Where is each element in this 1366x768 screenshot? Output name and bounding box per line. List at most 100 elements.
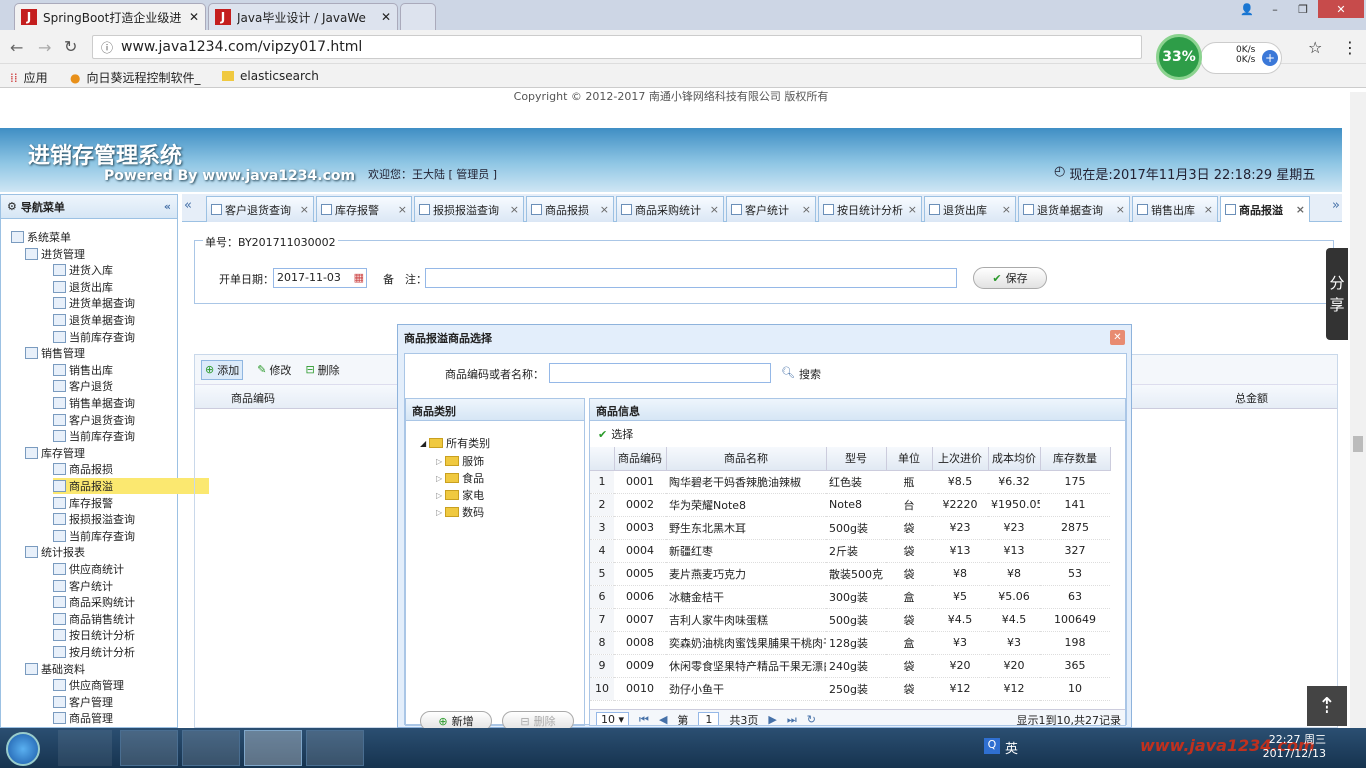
minimize-icon[interactable]: – <box>1262 0 1288 18</box>
table-row[interactable]: 1 0001 陶华碧老干妈香辣脆油辣椒 红色装瓶 ¥8.5 ¥6.32 175 <box>590 470 1110 494</box>
first-page-icon[interactable]: ⏮︎ <box>639 713 649 726</box>
speed-gauge[interactable]: 33% <box>1156 34 1202 80</box>
sidebar-item[interactable]: 商品采购统计 <box>53 594 135 610</box>
sidebar-item[interactable]: 当前库存查询 <box>53 428 135 444</box>
dialog-close-icon[interactable]: ✕ <box>1110 330 1125 345</box>
col-header[interactable]: 型号 <box>826 447 887 471</box>
tree-node[interactable]: ▷ 食品 <box>436 470 484 486</box>
edit-button[interactable]: ✎ 修改 <box>257 362 291 378</box>
tree-node[interactable]: ▷ 服饰 <box>436 453 484 469</box>
last-page-icon[interactable]: ⏭︎ <box>787 713 797 726</box>
reload-icon[interactable]: ↻ <box>64 37 77 56</box>
search-button[interactable]: 🔍︎ 搜索 <box>781 366 821 382</box>
forward-icon[interactable]: → <box>38 38 51 57</box>
sidebar-item[interactable]: 供应商统计 <box>53 561 124 577</box>
col-header[interactable]: 上次进价 <box>932 447 989 471</box>
taskbar-idea-icon[interactable] <box>306 730 364 766</box>
tab-close-icon[interactable]: × <box>802 203 811 216</box>
scroll-thumb[interactable] <box>1353 436 1363 452</box>
sidebar-item[interactable]: 销售出库 <box>53 362 113 378</box>
sidebar-item[interactable]: 供应商管理 <box>53 677 124 693</box>
collapse-icon[interactable]: « <box>164 200 171 213</box>
back-to-top-icon[interactable]: ⇡ <box>1307 686 1347 726</box>
ime-language[interactable]: 英 <box>1005 738 1018 757</box>
sidebar-item[interactable]: 按日统计分析 <box>53 627 135 643</box>
new-tab-button[interactable] <box>400 3 436 30</box>
tab-close-icon[interactable]: × <box>1296 203 1305 216</box>
tab-item[interactable]: 报损报溢查询 × <box>414 196 524 222</box>
table-row[interactable]: 5 0005 麦片燕麦巧克力 散装500克袋 ¥8 ¥8 53 <box>590 562 1110 586</box>
sidebar-item[interactable]: 报损报溢查询 <box>53 511 135 527</box>
sidebar-item[interactable]: 进货入库 <box>53 262 113 278</box>
tab-item[interactable]: 商品报溢 × <box>1220 196 1310 222</box>
col-header[interactable]: 商品编码 <box>614 447 667 471</box>
clock[interactable]: 22:27 周三 2017/12/13 <box>1262 731 1326 760</box>
save-button[interactable]: ✔ 保存 <box>973 267 1047 289</box>
menu-icon[interactable]: ⋮ <box>1342 38 1358 57</box>
sidebar-item[interactable]: 进货单据查询 <box>53 295 135 311</box>
bookmark-sunlogin[interactable]: ● 向日葵远程控制软件_ <box>70 69 201 86</box>
page-input[interactable]: 1 <box>698 712 720 725</box>
tab-item[interactable]: 客户退货查询 × <box>206 196 314 222</box>
tab-close-icon[interactable]: × <box>710 203 719 216</box>
sidebar-group[interactable]: 统计报表 <box>25 544 85 560</box>
close-icon[interactable]: ✕ <box>381 10 391 24</box>
bookmark-elasticsearch[interactable]: elasticsearch <box>222 69 319 83</box>
table-row[interactable]: 6 0006 冰糖金桔干 300g装盒 ¥5 ¥5.06 63 <box>590 585 1110 609</box>
sidebar-group[interactable]: 库存管理 <box>25 445 85 461</box>
sidebar-item[interactable]: 退货出库 <box>53 279 113 295</box>
sidebar-item[interactable]: 商品报损 <box>53 461 113 477</box>
tab-item[interactable]: 商品采购统计 × <box>616 196 724 222</box>
tab-item[interactable]: 退货出库 × <box>924 196 1016 222</box>
table-row[interactable]: 8 0008 奕森奶油桃肉蜜饯果脯果干桃肉干 128g装盒 ¥3 ¥3 198 <box>590 631 1110 655</box>
sidebar-item[interactable]: 销售单据查询 <box>53 395 135 411</box>
select-button[interactable]: ✔ 选择 <box>590 421 1125 447</box>
tab-close-icon[interactable]: × <box>908 203 917 216</box>
sidebar-item[interactable]: 商品销售统计 <box>53 611 135 627</box>
calendar-icon[interactable]: ▦ <box>354 271 364 284</box>
table-row[interactable]: 2 0002 华为荣耀Note8 Note8 台 ¥2220 ¥1950.05 141 <box>590 493 1110 517</box>
tab-item[interactable]: 按日统计分析 × <box>818 196 922 222</box>
date-field[interactable]: 2017-11-03 ▦ <box>273 268 367 288</box>
taskbar-app-icon[interactable] <box>58 730 112 766</box>
col-header[interactable]: 商品名称 <box>666 447 827 471</box>
tab-item[interactable]: 商品报损 × <box>526 196 614 222</box>
sidebar-item[interactable]: 退货单据查询 <box>53 312 135 328</box>
tree-node[interactable]: ▷ 数码 <box>436 504 484 520</box>
tab-close-icon[interactable]: × <box>398 203 407 216</box>
table-row[interactable]: 10 0010 劲仔小鱼干 250g装袋 ¥12 ¥12 10 <box>590 677 1110 701</box>
sidebar-item[interactable]: 库存报警 <box>53 495 113 511</box>
sidebar-item[interactable]: 当前库存查询 <box>53 528 135 544</box>
col-header[interactable]: 单位 <box>886 447 933 471</box>
browser-tab[interactable]: J SpringBoot打造企业级进 ✕ <box>14 3 206 30</box>
page-size-select[interactable]: 10 ▾ <box>596 712 630 725</box>
sidebar-item[interactable]: 客户管理 <box>53 694 113 710</box>
tab-item[interactable]: 客户统计 × <box>726 196 816 222</box>
taskbar-chrome-icon[interactable] <box>244 730 302 766</box>
tab-close-icon[interactable]: × <box>1204 203 1213 216</box>
sidebar-item[interactable]: 客户退货 <box>53 378 113 394</box>
url-input[interactable]: ⓘ www.java1234.com/vipzy017.html <box>92 35 1142 59</box>
star-icon[interactable]: ☆ <box>1308 38 1322 57</box>
table-row[interactable]: 4 0004 新疆红枣 2斤装袋 ¥13 ¥13 327 <box>590 539 1110 563</box>
tab-item[interactable]: 销售出库 × <box>1132 196 1218 222</box>
delete-button[interactable]: ⊟ 删除 <box>305 362 339 378</box>
tabs-scroll-right-icon[interactable]: » <box>1332 198 1340 213</box>
tabs-scroll-left-icon[interactable]: « <box>184 198 192 213</box>
share-button[interactable]: 分享 <box>1326 248 1348 340</box>
taskbar-word-icon[interactable] <box>182 730 240 766</box>
refresh-icon[interactable]: ↻ <box>807 713 816 725</box>
sidebar-group[interactable]: 销售管理 <box>25 345 85 361</box>
table-row[interactable]: 9 0009 休闲零食坚果特产精品干果无漂白 240g装袋 ¥20 ¥20 365 <box>590 654 1110 678</box>
sidebar-item[interactable]: 客户退货查询 <box>53 412 135 428</box>
tree-root[interactable]: ◢ 所有类别 <box>420 435 490 451</box>
col-header[interactable]: 库存数量 <box>1040 447 1111 471</box>
close-window-icon[interactable]: ✕ <box>1318 0 1364 18</box>
next-page-icon[interactable]: ▶ <box>768 713 776 725</box>
table-row[interactable]: 3 0003 野生东北黑木耳 500g装袋 ¥23 ¥23 2875 <box>590 516 1110 540</box>
sidebar-group[interactable]: 进货管理 <box>25 246 85 262</box>
close-icon[interactable]: ✕ <box>189 10 199 24</box>
table-row[interactable]: 7 0007 吉利人家牛肉味蛋糕 500g装袋 ¥4.5 ¥4.5 100649 <box>590 608 1110 632</box>
plus-icon[interactable]: + <box>1262 50 1278 66</box>
tab-close-icon[interactable]: × <box>1116 203 1125 216</box>
